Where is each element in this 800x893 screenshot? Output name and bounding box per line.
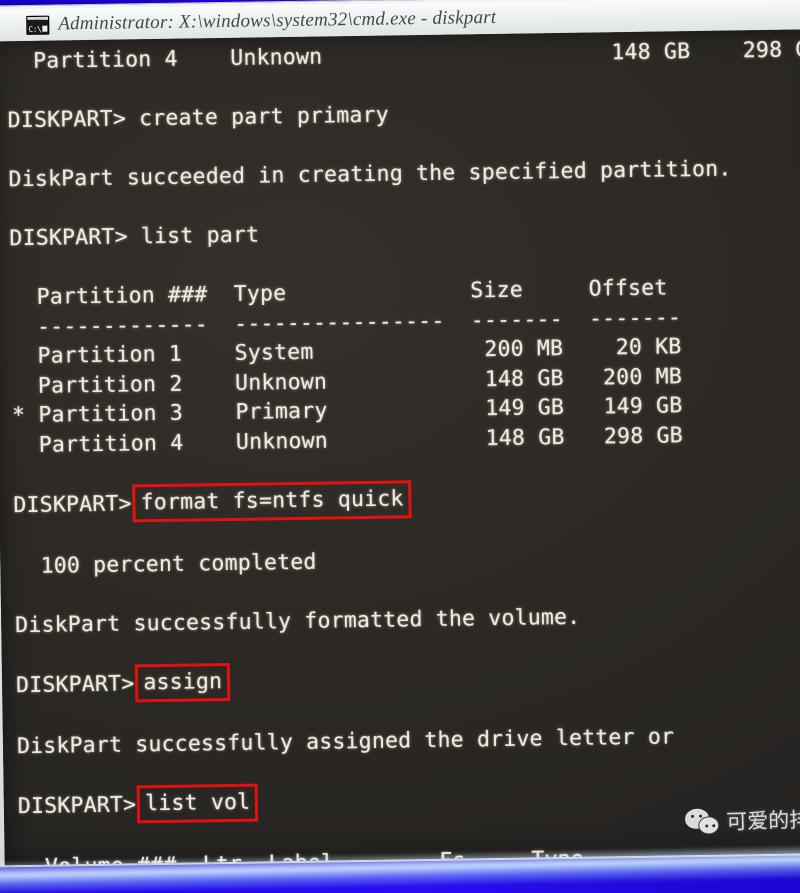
- watermark: 可爱的排骨: [684, 803, 800, 837]
- console-prompt: DISKPART>: [13, 490, 132, 518]
- watermark-text: 可爱的排骨: [725, 807, 800, 834]
- screen-photo: Administrator: X:\windows\system32\cmd.e…: [0, 0, 800, 893]
- console-icon: [26, 15, 50, 35]
- console-prompt: DISKPART>: [17, 791, 137, 819]
- highlighted-command: format fs=ntfs quick: [132, 479, 412, 523]
- console-prompt: DISKPART>: [15, 670, 135, 698]
- window-title: Administrator: X:\windows\system32\cmd.e…: [58, 6, 497, 35]
- console-output-area[interactable]: Partition 4 Unknown 148 GB 298 GB DISKPA…: [0, 29, 800, 866]
- highlighted-command: list vol: [136, 783, 259, 824]
- console-window[interactable]: Administrator: X:\windows\system32\cmd.e…: [0, 0, 800, 868]
- wechat-icon: [684, 808, 720, 835]
- highlighted-command: assign: [135, 662, 231, 703]
